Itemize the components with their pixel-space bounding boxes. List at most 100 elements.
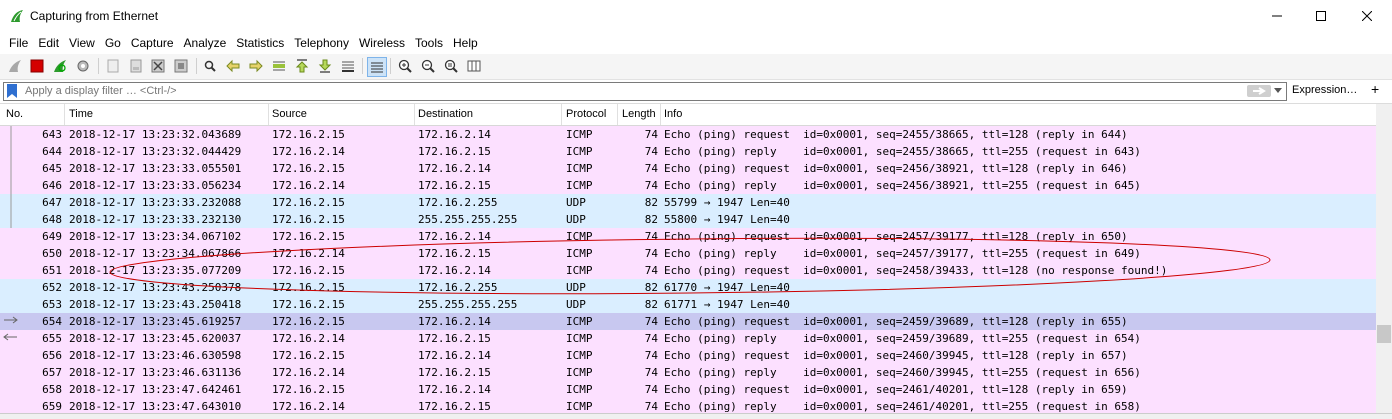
go-last-packet-button[interactable]	[316, 57, 334, 75]
menu-go[interactable]: Go	[105, 33, 121, 53]
zoom-in-icon	[398, 59, 412, 73]
packet-row[interactable]: 644 2018-12-17 13:23:32.044429 172.16.2.14…	[0, 143, 1376, 160]
apply-filter-button[interactable]	[1247, 85, 1271, 97]
go-first-packet-button[interactable]	[293, 57, 311, 75]
colorize-button[interactable]	[367, 57, 387, 77]
packet-row[interactable]: 646 2018-12-17 13:23:33.056234 172.16.2.14…	[0, 177, 1376, 194]
title-bar: Capturing from Ethernet	[0, 0, 1392, 33]
open-file-button[interactable]	[104, 57, 122, 75]
packet-protocol: ICMP	[566, 162, 593, 175]
packet-row[interactable]: 652 2018-12-17 13:23:43.250378 172.16.2.15…	[0, 279, 1376, 296]
vertical-scrollbar[interactable]	[1376, 104, 1392, 413]
packet-row[interactable]: 647 2018-12-17 13:23:33.232088 172.16.2.15…	[0, 194, 1376, 211]
packet-source: 172.16.2.14	[272, 145, 345, 158]
add-filter-button[interactable]: +	[1371, 81, 1379, 97]
main-toolbar	[0, 54, 1392, 80]
packet-number: 645	[42, 162, 62, 175]
menu-edit[interactable]: Edit	[38, 33, 59, 53]
column-divider[interactable]	[617, 104, 618, 125]
close-button[interactable]	[1344, 0, 1390, 32]
packet-row[interactable]: 658 2018-12-17 13:23:47.642461 172.16.2.15…	[0, 381, 1376, 398]
packet-protocol: ICMP	[566, 264, 593, 277]
capture-options-button[interactable]	[74, 57, 92, 75]
resize-columns-button[interactable]	[465, 57, 483, 75]
packet-row[interactable]: 643 2018-12-17 13:23:32.043689 172.16.2.15…	[0, 126, 1376, 143]
normal-size-button[interactable]	[442, 57, 460, 75]
autoscroll-button[interactable]	[339, 57, 357, 75]
packet-row[interactable]: 656 2018-12-17 13:23:46.630598 172.16.2.15…	[0, 347, 1376, 364]
column-header-time[interactable]: Time	[69, 108, 93, 122]
packet-info: 61771 → 1947 Len=40	[664, 298, 790, 311]
column-header-no[interactable]: No.	[6, 108, 23, 122]
packet-row[interactable]: 657 2018-12-17 13:23:46.631136 172.16.2.14…	[0, 364, 1376, 381]
zoom-out-button[interactable]	[419, 57, 437, 75]
restart-capture-button[interactable]	[51, 57, 69, 75]
packet-source: 172.16.2.15	[272, 162, 345, 175]
reload-file-button[interactable]	[172, 57, 190, 75]
packet-row-selected[interactable]: 654 2018-12-17 13:23:45.619257 172.16.2.15…	[0, 313, 1376, 330]
go-back-button[interactable]	[224, 57, 242, 75]
packet-number: 655	[42, 332, 62, 345]
scrollbar-thumb[interactable]	[1377, 325, 1391, 343]
packet-destination: 172.16.2.14	[418, 383, 491, 396]
column-divider[interactable]	[561, 104, 562, 125]
expression-button[interactable]: Expression…	[1292, 84, 1357, 96]
column-header-length[interactable]: Length	[622, 108, 656, 122]
menu-telephony[interactable]: Telephony	[294, 33, 349, 53]
packet-protocol: ICMP	[566, 400, 593, 413]
column-divider[interactable]	[64, 104, 65, 125]
menu-analyze[interactable]: Analyze	[184, 33, 227, 53]
menu-wireless[interactable]: Wireless	[359, 33, 405, 53]
packet-source: 172.16.2.15	[272, 349, 345, 362]
display-filter-bar: Apply a display filter … <Ctrl-/> Expres…	[0, 80, 1392, 104]
packet-row[interactable]: 650 2018-12-17 13:23:34.067866 172.16.2.14…	[0, 245, 1376, 262]
go-to-packet-button[interactable]	[270, 57, 288, 75]
column-header-source[interactable]: Source	[272, 108, 307, 122]
packet-number: 651	[42, 264, 62, 277]
menu-capture[interactable]: Capture	[131, 33, 174, 53]
column-divider[interactable]	[660, 104, 661, 125]
column-divider[interactable]	[414, 104, 415, 125]
packet-destination: 172.16.2.15	[418, 332, 491, 345]
menu-file[interactable]: File	[9, 33, 28, 53]
packet-row[interactable]: 648 2018-12-17 13:23:33.232130 172.16.2.15…	[0, 211, 1376, 228]
bookmark-icon[interactable]	[6, 84, 18, 99]
packet-row[interactable]: 651 2018-12-17 13:23:35.077209 172.16.2.15…	[0, 262, 1376, 279]
stop-capture-button[interactable]	[28, 57, 46, 75]
packet-time: 2018-12-17 13:23:33.055501	[69, 162, 242, 175]
minimize-button[interactable]	[1254, 0, 1300, 32]
close-file-button[interactable]	[149, 57, 167, 75]
packet-length: 82	[644, 281, 658, 294]
save-file-button[interactable]	[127, 57, 145, 75]
packet-info: Echo (ping) request id=0x0001, seq=2461/…	[664, 383, 1128, 396]
packet-protocol: UDP	[566, 196, 586, 209]
packet-number: 649	[42, 230, 62, 243]
zoom-in-button[interactable]	[396, 57, 414, 75]
save-file-icon	[130, 59, 142, 73]
packet-row[interactable]: 659 2018-12-17 13:23:47.643010 172.16.2.14…	[0, 398, 1376, 413]
maximize-button[interactable]	[1298, 0, 1344, 32]
menu-view[interactable]: View	[69, 33, 95, 53]
packet-row[interactable]: 655 2018-12-17 13:23:45.620037 172.16.2.14…	[0, 330, 1376, 347]
column-header-destination[interactable]: Destination	[418, 108, 473, 122]
packet-destination: 172.16.2.15	[418, 179, 491, 192]
toolbar-separator	[390, 58, 391, 74]
normal-size-icon	[444, 59, 458, 73]
find-packet-button[interactable]	[201, 57, 219, 75]
start-capture-button[interactable]	[6, 57, 24, 75]
column-header-info[interactable]: Info	[664, 108, 682, 122]
column-header-protocol[interactable]: Protocol	[566, 108, 606, 122]
packet-row[interactable]: 653 2018-12-17 13:23:43.250418 172.16.2.15…	[0, 296, 1376, 313]
menu-help[interactable]: Help	[453, 33, 478, 53]
menu-statistics[interactable]: Statistics	[236, 33, 284, 53]
packet-row[interactable]: 649 2018-12-17 13:23:34.067102 172.16.2.15…	[0, 228, 1376, 245]
packet-time: 2018-12-17 13:23:45.620037	[69, 332, 242, 345]
packet-info: 61770 → 1947 Len=40	[664, 281, 790, 294]
packet-protocol: ICMP	[566, 332, 593, 345]
go-forward-button[interactable]	[247, 57, 265, 75]
packet-row[interactable]: 645 2018-12-17 13:23:33.055501 172.16.2.15…	[0, 160, 1376, 177]
menu-tools[interactable]: Tools	[415, 33, 443, 53]
column-divider[interactable]	[268, 104, 269, 125]
filter-history-dropdown[interactable]	[1274, 88, 1282, 93]
display-filter-input[interactable]: Apply a display filter … <Ctrl-/>	[3, 82, 1287, 101]
